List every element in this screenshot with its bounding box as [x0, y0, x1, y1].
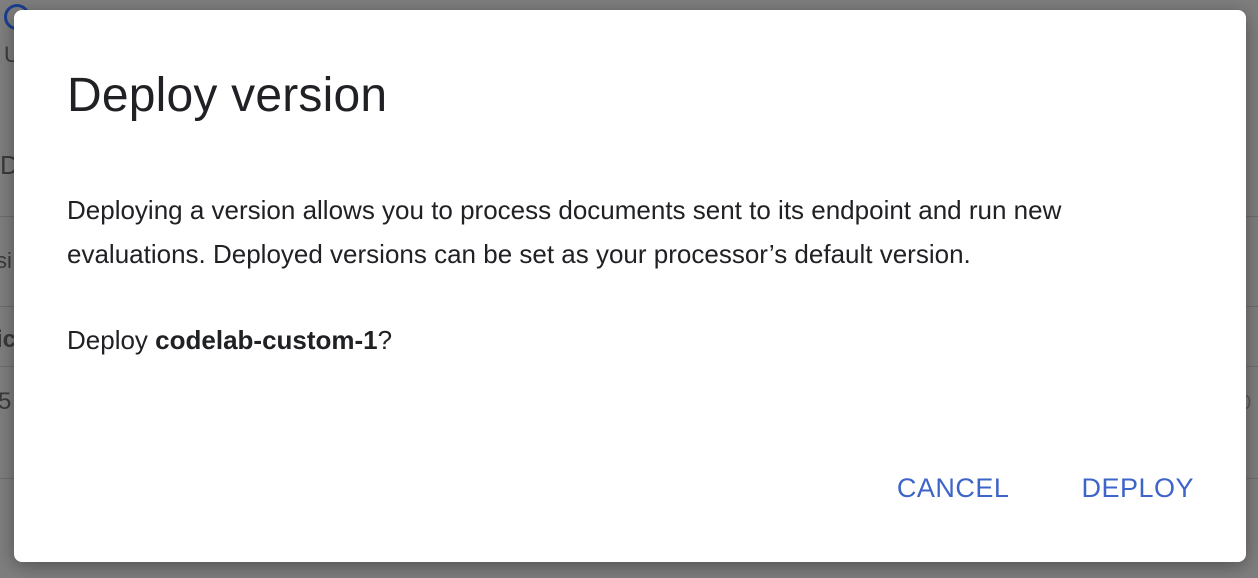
dialog-actions: CANCEL DEPLOY: [885, 465, 1206, 512]
dialog-title: Deploy version: [67, 69, 388, 122]
dialog-description: Deploying a version allows you to proces…: [67, 195, 1062, 269]
cancel-button[interactable]: CANCEL: [885, 465, 1022, 512]
version-name: codelab-custom-1: [155, 325, 378, 355]
dialog-confirmation-question: Deploy codelab-custom-1?: [67, 318, 392, 362]
question-prefix: Deploy: [67, 325, 156, 355]
deploy-version-dialog: Deploy version Deploying a version allow…: [14, 10, 1246, 562]
question-suffix: ?: [377, 325, 393, 355]
background-text-fragment: 5: [0, 388, 12, 415]
background-text-fragment: si: [0, 248, 12, 273]
deploy-button[interactable]: DEPLOY: [1069, 465, 1206, 512]
